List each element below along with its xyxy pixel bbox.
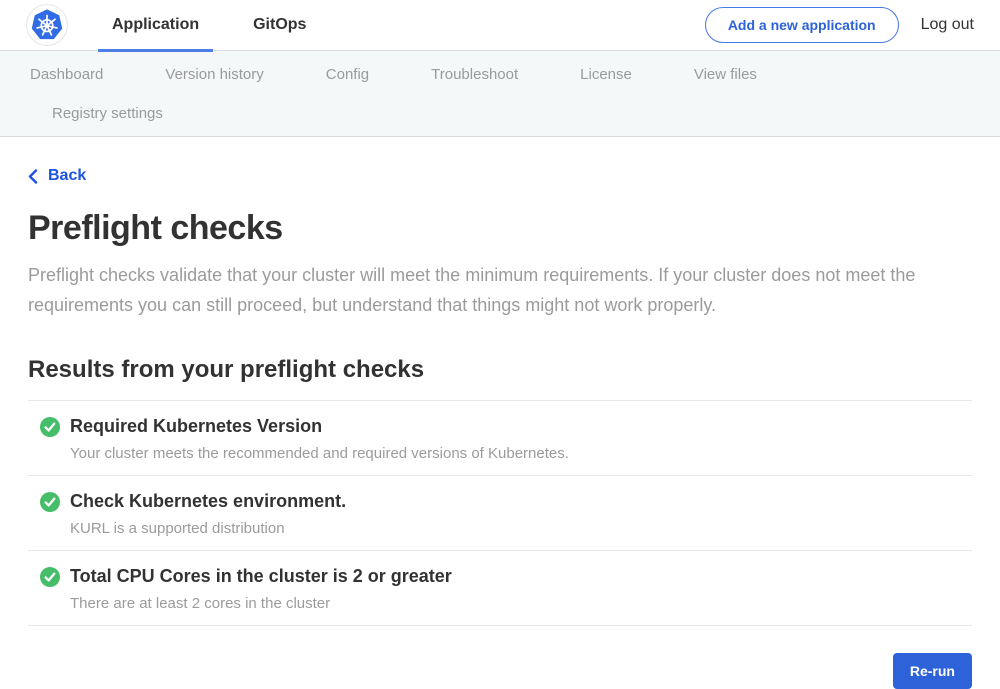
preflight-check-row: Check Kubernetes environment. KURL is a … [28,476,972,551]
check-text: Required Kubernetes Version Your cluster… [70,416,569,462]
rerun-button[interactable]: Re-run [893,653,972,689]
subnav-item-troubleshoot[interactable]: Troubleshoot [431,66,518,83]
main-content: Back Preflight checks Preflight checks v… [0,137,1000,689]
check-pass-icon [40,492,60,512]
chevron-left-icon [28,169,38,184]
top-nav-right: Add a new application Log out [705,7,974,43]
back-link-label: Back [48,167,86,185]
subnav-row-1: Dashboard Version history Config Trouble… [28,66,972,83]
top-nav: Application GitOps Add a new application… [0,0,1000,51]
check-pass-icon [40,417,60,437]
preflight-check-row: Required Kubernetes Version Your cluster… [28,401,972,476]
check-title: Total CPU Cores in the cluster is 2 or g… [70,566,452,587]
subnav-item-license[interactable]: License [580,66,632,83]
check-pass-icon [40,567,60,587]
check-title: Check Kubernetes environment. [70,491,346,512]
subnav-item-config[interactable]: Config [326,66,369,83]
app-subnav: Dashboard Version history Config Trouble… [0,51,1000,137]
page-description: Preflight checks validate that your clus… [28,260,958,320]
footer-actions: Re-run [28,653,972,689]
add-application-button[interactable]: Add a new application [705,7,899,43]
page-title: Preflight checks [28,209,972,248]
tab-gitops[interactable]: GitOps [239,0,320,51]
main-tabs: Application GitOps [98,0,320,51]
check-message: KURL is a supported distribution [70,520,346,537]
preflight-results-list: Required Kubernetes Version Your cluster… [28,400,972,626]
subnav-item-dashboard[interactable]: Dashboard [30,66,103,83]
kubernetes-helm-icon [30,8,64,42]
subnav-row-2: Registry settings [28,105,972,123]
subnav-item-registry-settings[interactable]: Registry settings [52,105,163,122]
check-text: Check Kubernetes environment. KURL is a … [70,491,346,537]
check-message: Your cluster meets the recommended and r… [70,445,569,462]
check-text: Total CPU Cores in the cluster is 2 or g… [70,566,452,612]
subnav-item-view-files[interactable]: View files [694,66,757,83]
tab-application[interactable]: Application [98,0,213,51]
back-link[interactable]: Back [28,167,86,185]
check-title: Required Kubernetes Version [70,416,569,437]
results-heading: Results from your preflight checks [28,356,972,384]
preflight-check-row: Total CPU Cores in the cluster is 2 or g… [28,551,972,626]
check-message: There are at least 2 cores in the cluste… [70,595,452,612]
logout-link[interactable]: Log out [921,16,974,34]
kubernetes-logo [26,4,68,46]
subnav-item-version-history[interactable]: Version history [165,66,263,83]
